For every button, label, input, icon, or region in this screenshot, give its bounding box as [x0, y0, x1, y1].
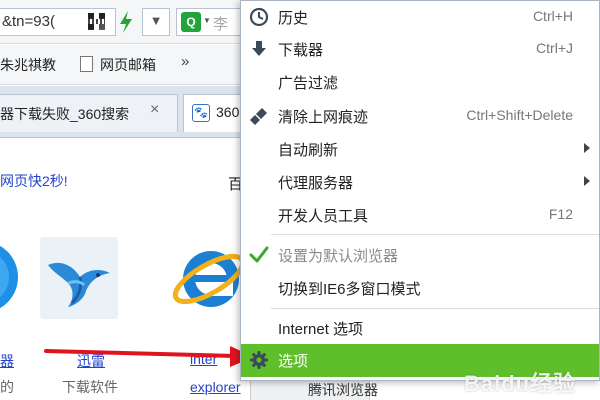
more-favorites-button[interactable]: »	[181, 53, 189, 70]
menu-item-label: 广告过滤	[278, 75, 339, 92]
menu-item-label: 选项	[278, 353, 309, 370]
favorite-item[interactable]: 网页邮箱	[100, 55, 156, 75]
xunlei-tile[interactable]	[40, 237, 118, 319]
search-engine-icon[interactable]: Q	[181, 12, 201, 32]
app-link-ie-second[interactable]: explorer	[190, 379, 241, 395]
app-subtitle: 的	[0, 379, 14, 395]
watermark-logo: Baidu经验	[464, 371, 577, 396]
menu-item-label: 设置为默认浏览器	[278, 248, 399, 265]
document-icon	[80, 56, 93, 72]
menu-item-label: 历史	[278, 10, 309, 27]
menu-item-clear-history[interactable]: 清除上网痕迹 Ctrl+Shift+Delete	[241, 100, 599, 132]
promo-link[interactable]: 网页快2秒!	[0, 171, 68, 191]
red-arrow-annotation	[44, 346, 254, 367]
menu-item-dev-tools[interactable]: 开发人员工具 F12	[241, 199, 599, 231]
menu-item-label: 清除上网痕迹	[278, 109, 369, 126]
baidu-paw-icon: 🐾	[192, 104, 210, 122]
favorite-item[interactable]: 朱兆祺教	[0, 55, 56, 75]
menu-item-shortcut: Ctrl+Shift+Delete	[466, 107, 573, 123]
menu-item-label: 下载器	[278, 42, 324, 59]
download-arrow-icon	[252, 41, 266, 56]
menu-item-label: 切换到IE6多窗口模式	[278, 281, 421, 298]
search-placeholder: 李	[213, 16, 229, 33]
menu-item-internet-options[interactable]: Internet 选项	[241, 312, 599, 344]
menu-item-label: 开发人员工具	[278, 208, 369, 225]
chevron-down-icon: ▼	[149, 13, 163, 28]
clock-icon	[249, 7, 269, 27]
menu-item-set-default: 设置为默认浏览器	[241, 239, 599, 271]
menu-item-ad-filter[interactable]: 广告过滤	[241, 66, 599, 98]
app-link[interactable]: 器	[0, 351, 14, 371]
tab-title: 器下载失败_360搜索	[0, 106, 130, 122]
app-subtitle: 下载软件	[62, 379, 118, 395]
menu-item-auto-refresh[interactable]: 自动刷新	[241, 133, 599, 165]
address-dropdown-button[interactable]: ▼	[142, 8, 170, 36]
checkmark-icon	[249, 246, 269, 263]
tools-menu: 历史 Ctrl+H 下载器 Ctrl+J 广告过滤 清除上网痕迹 Ctrl+Sh…	[240, 0, 600, 381]
menu-item-label: 自动刷新	[278, 142, 339, 159]
menu-item-shortcut: Ctrl+J	[536, 40, 573, 56]
address-text: &tn=93(	[2, 13, 55, 30]
menu-item-proxy-server[interactable]: 代理服务器	[241, 166, 599, 198]
close-tab-icon[interactable]: ×	[150, 101, 159, 119]
submenu-arrow-icon	[584, 176, 590, 186]
ie-logo-icon[interactable]	[167, 237, 247, 317]
menu-item-downloads[interactable]: 下载器 Ctrl+J	[241, 33, 599, 65]
xunlei-bird-icon	[48, 262, 110, 307]
menu-item-label: 代理服务器	[278, 175, 354, 192]
menu-separator	[271, 234, 599, 235]
menu-separator	[271, 308, 599, 309]
tab-title: 360	[216, 104, 240, 120]
menu-item-label: Internet 选项	[278, 321, 364, 338]
tab-search-result[interactable]: 器下载失败_360搜索 ×	[0, 94, 178, 132]
lightning-icon[interactable]	[116, 10, 136, 34]
menu-item-ie6-mode[interactable]: 切换到IE6多窗口模式	[241, 272, 599, 304]
browser-logo-icon[interactable]	[0, 237, 20, 317]
qr-code-icon[interactable]	[88, 13, 105, 30]
broom-icon	[250, 108, 267, 125]
submenu-arrow-icon	[584, 143, 590, 153]
gear-icon	[250, 351, 268, 369]
menu-item-history[interactable]: 历史 Ctrl+H	[241, 1, 599, 33]
menu-item-shortcut: Ctrl+H	[532, 8, 573, 24]
menu-item-shortcut: F12	[548, 206, 573, 222]
caret-down-icon: ▼	[203, 16, 211, 25]
